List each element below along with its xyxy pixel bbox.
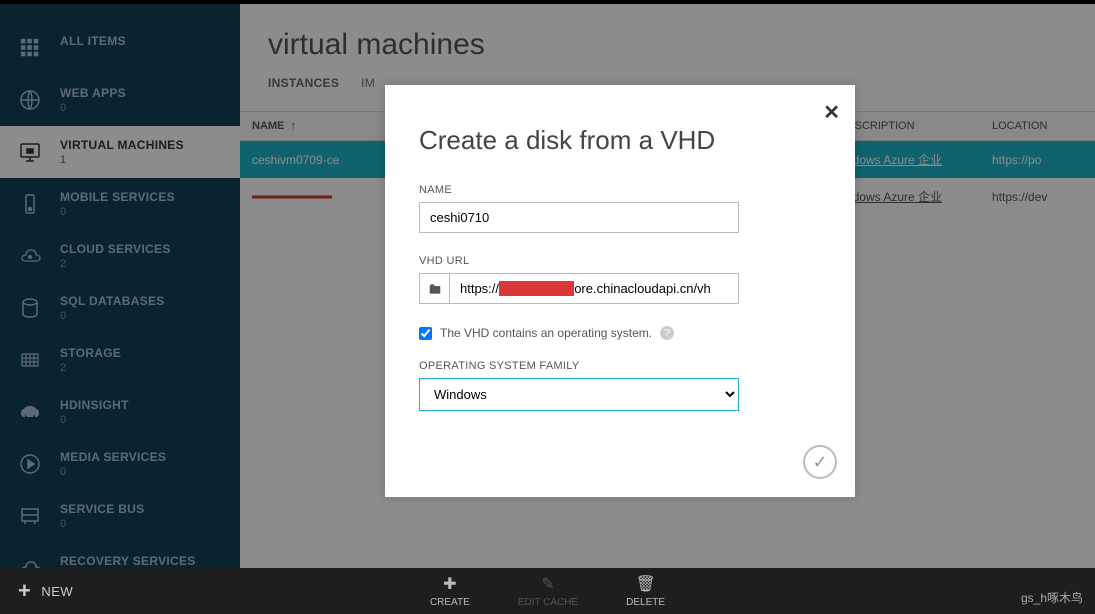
plus-icon: + — [18, 578, 31, 604]
trash-icon: 🗑 — [635, 574, 655, 594]
confirm-button[interactable]: ✓ — [803, 445, 837, 479]
name-label: NAME — [419, 184, 821, 196]
bottom-bar: + NEW ✚ CREATE ✎ EDIT CACHE 🗑 DELETE — [0, 568, 1095, 614]
edit-cache-button: ✎ EDIT CACHE — [518, 574, 578, 608]
watermark: gs_h啄木鸟 — [1021, 589, 1083, 606]
plus-icon: ✚ — [443, 574, 456, 594]
modal-title: Create a disk from a VHD — [419, 125, 821, 156]
new-button[interactable]: + NEW — [18, 578, 73, 604]
name-input[interactable] — [419, 202, 739, 233]
os-checkbox-label: The VHD contains an operating system. — [440, 326, 652, 340]
browse-icon[interactable] — [419, 273, 449, 304]
delete-button[interactable]: 🗑 DELETE — [626, 574, 665, 608]
os-family-label: OPERATING SYSTEM FAMILY — [419, 360, 821, 372]
vhd-url-input[interactable]: https://redactedblobore.chinacloudapi.cn… — [449, 273, 739, 304]
close-button[interactable]: ✕ — [823, 100, 840, 125]
help-icon[interactable]: ? — [660, 326, 674, 340]
create-disk-modal: ✕ Create a disk from a VHD NAME VHD URL … — [385, 85, 855, 497]
create-button[interactable]: ✚ CREATE — [430, 574, 470, 608]
os-checkbox[interactable] — [419, 327, 432, 340]
os-family-select[interactable]: Windows — [419, 378, 739, 411]
pencil-icon: ✎ — [541, 574, 554, 594]
vhd-url-label: VHD URL — [419, 255, 821, 267]
